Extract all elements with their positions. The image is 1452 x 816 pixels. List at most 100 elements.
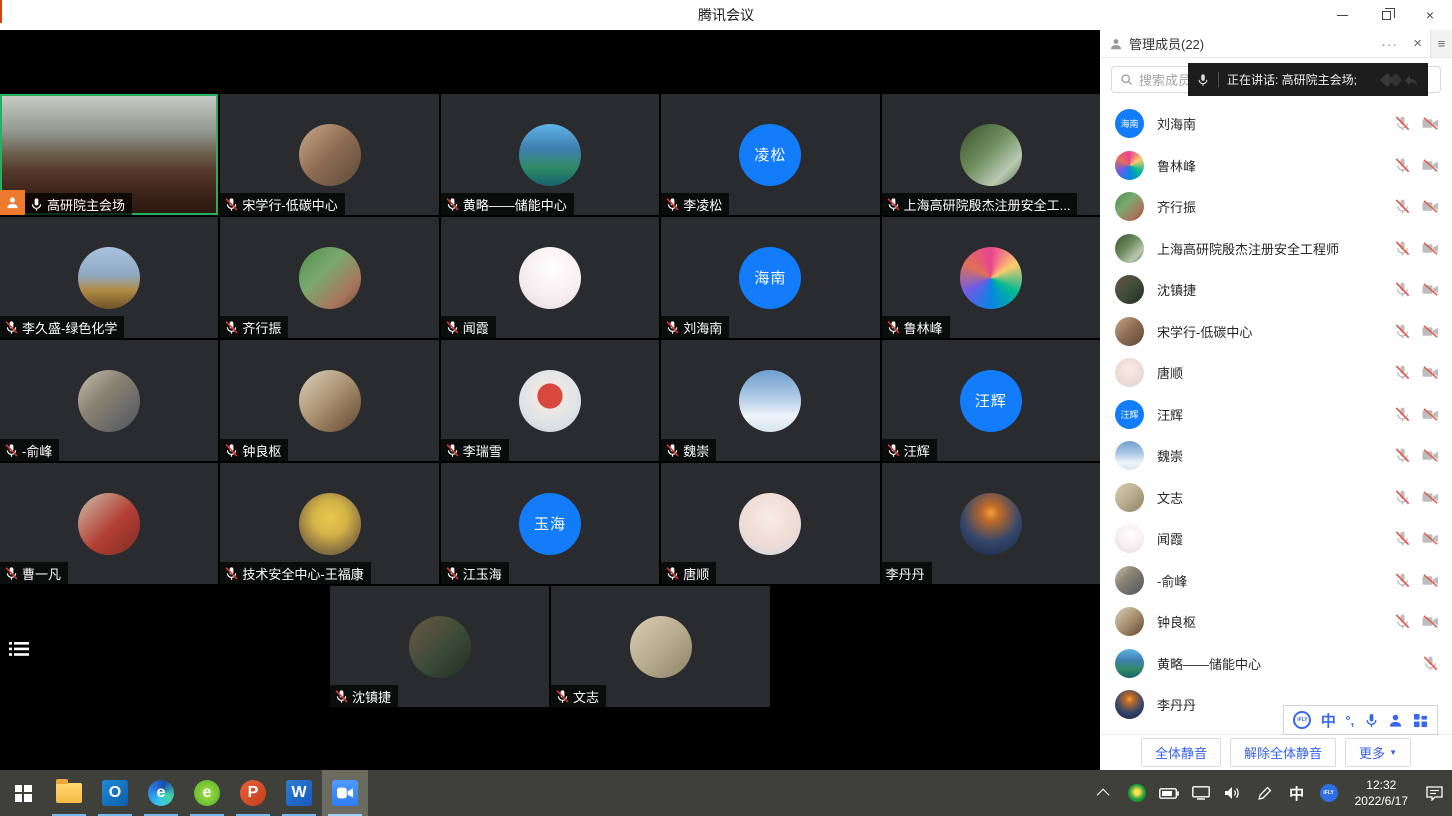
panel-close-button[interactable]: × xyxy=(1405,35,1430,52)
ime-language-toggle[interactable]: 中 xyxy=(1321,710,1336,731)
panel-collapse-button[interactable]: ≡ xyxy=(1430,30,1452,57)
ifly-logo-icon[interactable]: iFLY xyxy=(1293,711,1311,729)
maximize-restore-button[interactable] xyxy=(1364,0,1408,30)
member-mic-muted-icon[interactable] xyxy=(1394,613,1411,630)
member-mic-muted-icon[interactable] xyxy=(1394,115,1411,132)
video-tile[interactable]: 鲁林峰 xyxy=(882,217,1100,338)
video-tile[interactable]: 李久盛-绿色化学 xyxy=(0,217,218,338)
panel-more-button[interactable]: ··· xyxy=(1374,36,1405,52)
taskbar-edge[interactable]: e xyxy=(138,770,184,816)
ime-voice-input-icon[interactable] xyxy=(1364,713,1379,728)
member-mic-muted-icon[interactable] xyxy=(1422,655,1439,672)
taskbar-powerpoint[interactable]: P xyxy=(230,770,276,816)
video-tile[interactable]: 钟良枢 xyxy=(220,340,438,461)
member-camera-off-icon[interactable] xyxy=(1422,489,1439,506)
member-row[interactable]: 上海高研院殷杰注册安全工程师 xyxy=(1115,228,1439,270)
unmute-all-button[interactable]: 解除全体静音 xyxy=(1230,738,1336,767)
video-tile[interactable]: 齐行振 xyxy=(220,217,438,338)
member-row[interactable]: 钟良枢 xyxy=(1115,601,1439,643)
ime-punctuation-toggle[interactable]: °, xyxy=(1345,713,1354,728)
tray-battery-icon[interactable] xyxy=(1155,770,1183,816)
member-camera-off-icon[interactable] xyxy=(1422,364,1439,381)
member-mic-muted-icon[interactable] xyxy=(1394,240,1411,257)
video-tile[interactable]: 汪辉 汪辉 xyxy=(882,340,1100,461)
video-tile[interactable]: 黄略——储能中心 xyxy=(441,94,659,215)
video-tile[interactable]: 高研院主会场 xyxy=(0,94,218,215)
member-mic-muted-icon[interactable] xyxy=(1394,530,1411,547)
member-mic-muted-icon[interactable] xyxy=(1394,364,1411,381)
member-row[interactable]: 海南 刘海南 xyxy=(1115,103,1439,145)
tray-chevron-up[interactable] xyxy=(1091,770,1119,816)
member-row[interactable]: 鲁林峰 xyxy=(1115,145,1439,187)
video-tile[interactable]: 闻霞 xyxy=(441,217,659,338)
taskbar-outlook[interactable]: O xyxy=(92,770,138,816)
taskbar-360-browser[interactable]: e xyxy=(184,770,230,816)
video-tile[interactable]: 玉海 江玉海 xyxy=(441,463,659,584)
member-row[interactable]: 黄略——储能中心 xyxy=(1115,643,1439,685)
video-tile[interactable]: 海南 刘海南 xyxy=(661,217,879,338)
video-tile[interactable]: 李瑞雪 xyxy=(441,340,659,461)
member-mic-muted-icon[interactable] xyxy=(1394,489,1411,506)
taskbar-file-explorer[interactable] xyxy=(46,770,92,816)
ime-user-icon[interactable] xyxy=(1388,713,1403,728)
mute-all-button[interactable]: 全体静音 xyxy=(1141,738,1221,767)
member-camera-off-icon[interactable] xyxy=(1422,198,1439,215)
member-camera-off-icon[interactable] xyxy=(1422,115,1439,132)
video-tile[interactable]: -俞峰 xyxy=(0,340,218,461)
tray-display-icon[interactable] xyxy=(1187,770,1215,816)
member-mic-muted-icon[interactable] xyxy=(1394,572,1411,589)
video-tile[interactable]: 技术安全中心-王福康 xyxy=(220,463,438,584)
video-tile[interactable]: 凌松 李凌松 xyxy=(661,94,879,215)
member-camera-off-icon[interactable] xyxy=(1422,447,1439,464)
tray-language-indicator[interactable]: 中 xyxy=(1283,770,1311,816)
video-tile[interactable]: 沈镇捷 xyxy=(330,586,549,707)
member-row[interactable]: 唐顺 xyxy=(1115,352,1439,394)
member-row[interactable]: 魏崇 xyxy=(1115,435,1439,477)
member-camera-off-icon[interactable] xyxy=(1422,406,1439,423)
member-mic-muted-icon[interactable] xyxy=(1394,323,1411,340)
member-row[interactable]: 沈镇捷 xyxy=(1115,269,1439,311)
taskbar-clock[interactable]: 12:32 2022/6/17 xyxy=(1347,777,1416,809)
member-camera-off-icon[interactable] xyxy=(1422,530,1439,547)
member-mic-muted-icon[interactable] xyxy=(1394,157,1411,174)
member-row[interactable]: -俞峰 xyxy=(1115,560,1439,602)
tray-pen-icon[interactable] xyxy=(1251,770,1279,816)
layout-switch-button[interactable] xyxy=(8,638,30,660)
member-camera-off-icon[interactable] xyxy=(1422,572,1439,589)
taskbar-tencent-meeting-active[interactable] xyxy=(322,770,368,816)
tray-volume-icon[interactable] xyxy=(1219,770,1247,816)
tile-name-label: -俞峰 xyxy=(0,439,59,461)
ime-panel-grid-icon[interactable] xyxy=(1413,713,1428,728)
member-camera-off-icon[interactable] xyxy=(1422,323,1439,340)
tray-antivirus-icon[interactable] xyxy=(1123,770,1151,816)
member-row[interactable]: 文志 xyxy=(1115,477,1439,519)
video-tile[interactable]: 上海高研院殷杰注册安全工... xyxy=(882,94,1100,215)
start-button[interactable] xyxy=(0,770,46,816)
video-tile[interactable]: 唐顺 xyxy=(661,463,879,584)
member-row[interactable]: 齐行振 xyxy=(1115,186,1439,228)
notification-center-icon[interactable] xyxy=(1420,770,1448,816)
member-camera-off-icon[interactable] xyxy=(1422,240,1439,257)
ime-toolbar[interactable]: iFLY 中 °, xyxy=(1283,705,1438,735)
video-tile[interactable]: 魏崇 xyxy=(661,340,879,461)
member-camera-off-icon[interactable] xyxy=(1422,613,1439,630)
member-row[interactable]: 汪辉 汪辉 xyxy=(1115,394,1439,436)
video-tile[interactable]: 曹一凡 xyxy=(0,463,218,584)
video-tile[interactable]: 文志 xyxy=(551,586,770,707)
video-tile[interactable]: 宋学行-低碳中心 xyxy=(220,94,438,215)
minimize-button[interactable] xyxy=(1320,0,1364,30)
member-mic-muted-icon[interactable] xyxy=(1394,447,1411,464)
tray-ifly-icon[interactable]: iFLY xyxy=(1315,770,1343,816)
member-camera-off-icon[interactable] xyxy=(1422,157,1439,174)
member-mic-muted-icon[interactable] xyxy=(1394,281,1411,298)
close-button[interactable]: × xyxy=(1408,0,1452,30)
video-tile[interactable]: 李丹丹 xyxy=(882,463,1100,584)
taskbar-word[interactable]: W xyxy=(276,770,322,816)
member-row[interactable]: 宋学行-低碳中心 xyxy=(1115,311,1439,353)
member-mic-muted-icon[interactable] xyxy=(1394,198,1411,215)
member-camera-off-icon[interactable] xyxy=(1422,281,1439,298)
member-row[interactable]: 闻霞 xyxy=(1115,518,1439,560)
participant-name: 齐行振 xyxy=(242,318,281,337)
member-mic-muted-icon[interactable] xyxy=(1394,406,1411,423)
more-actions-button[interactable]: 更多 ▼ xyxy=(1345,738,1411,767)
